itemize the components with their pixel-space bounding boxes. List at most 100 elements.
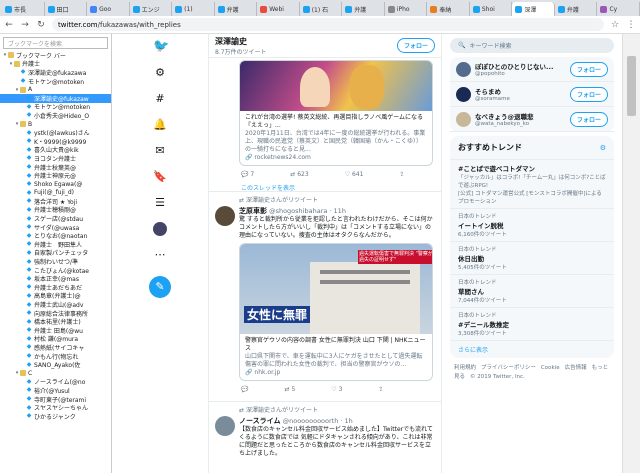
forward-icon[interactable]: → bbox=[20, 20, 30, 30]
follow-suggestion[interactable]: そらまめ @soramame フォロー bbox=[450, 82, 614, 107]
bookmark-item[interactable]: ◆ 感熱紙(サイコキャ bbox=[0, 343, 111, 352]
bookmark-folder[interactable]: ▾ ブックマーク バー bbox=[0, 51, 111, 60]
tweet-2[interactable]: ⇄ 深澤諭史さんがリツイート 芝原車影 @shogoshibahara · 11… bbox=[209, 192, 441, 402]
news-card[interactable]: 過失運転傷害で無罪判決 "警察が過失の証明せず" 女性に無罪 警察官ゲウソの内容… bbox=[239, 243, 433, 381]
author-avatar[interactable] bbox=[215, 206, 235, 226]
footer-link[interactable]: 広告情報 bbox=[565, 365, 587, 371]
page-scrollbar[interactable] bbox=[622, 34, 640, 473]
header-follow-button[interactable]: フォロー bbox=[396, 38, 435, 53]
footer-link[interactable]: © 2019 Twitter, Inc. bbox=[470, 374, 525, 380]
back-icon[interactable]: ← bbox=[4, 20, 14, 30]
browser-tab[interactable]: (1) 石 bbox=[299, 2, 343, 16]
lists-icon[interactable]: ☰ bbox=[153, 196, 167, 210]
bookmark-item[interactable]: ◆ スヤスヤシーちゃん bbox=[0, 403, 111, 412]
bookmark-item[interactable]: ◆ 寺町東子(@terami bbox=[0, 395, 111, 404]
bookmark-item[interactable]: ◆ 村松 謙(@mura bbox=[0, 335, 111, 343]
twitter-search-input[interactable]: 🔍 キーワード検索 bbox=[450, 38, 614, 53]
follow-suggestion[interactable]: ぽぽひとのひとりじない... @popohito フォロー bbox=[450, 57, 614, 82]
browser-tab[interactable]: 弁護 bbox=[554, 2, 598, 16]
browser-tab[interactable]: 深澤 bbox=[512, 2, 555, 16]
bookmark-folder[interactable]: ▾ B bbox=[0, 120, 111, 129]
compose-tweet-icon[interactable]: ✎ bbox=[149, 276, 171, 298]
notifications-icon[interactable]: 🔔 bbox=[153, 118, 167, 132]
browser-tab[interactable]: Webi bbox=[257, 2, 300, 16]
bookmark-item[interactable]: ◆ サイダ(@uwasa bbox=[0, 223, 111, 232]
browser-tab[interactable]: Cy bbox=[597, 2, 640, 16]
like-button[interactable]: ♡ 3 bbox=[331, 386, 342, 393]
retweet-button[interactable]: ⇄ 5 bbox=[284, 386, 295, 393]
bookmark-item[interactable]: ◆ 高島章(弁護士)@ bbox=[0, 292, 111, 300]
trend-item[interactable]: 日本のトレンド #デニール数推定 3,308件のツイート bbox=[450, 308, 614, 341]
tweet-1[interactable]: これが台湾の選挙! 蔡英文総統、再選目指しラノベ風ゲームになる『ええっ」... … bbox=[209, 60, 441, 192]
bookmark-item[interactable]: ◆ Shoko Egawa(@ bbox=[0, 180, 111, 189]
bookmark-item[interactable]: ◆ 喜久山大貴@kik bbox=[0, 146, 111, 154]
bookmark-item[interactable]: ◆ こたびょん(@kotae bbox=[0, 266, 111, 275]
bookmark-item[interactable]: ◆ 弁護士あだちあだ bbox=[0, 283, 111, 292]
bookmark-item[interactable]: ◆ 坂本正幸(@mas bbox=[0, 274, 111, 283]
bookmark-item[interactable]: ◆ かもん行(物忘れ bbox=[0, 352, 111, 361]
footer-link[interactable]: プライバシーポリシー bbox=[481, 365, 536, 371]
trend-item[interactable]: #ことばで遊べコトダマン 「ジャッカル」はコラボ!「チーム一丸」は何コンボ?ことば… bbox=[450, 160, 614, 209]
browser-tab[interactable]: (1) bbox=[172, 2, 215, 16]
more-icon[interactable]: ⋯ bbox=[153, 248, 167, 262]
bookmark-item[interactable]: ◆ SANO_Ayako(佐 bbox=[0, 360, 111, 369]
explore-icon[interactable]: ⚙ bbox=[153, 66, 167, 80]
browser-tab[interactable]: iPho bbox=[384, 2, 428, 16]
author-avatar[interactable] bbox=[215, 416, 235, 436]
bookmark-item[interactable]: ◆ 弁護士穂積剛@ bbox=[0, 206, 111, 214]
trend-item[interactable]: 日本のトレンド イートイン脱税 6,160件のツイート bbox=[450, 209, 614, 242]
bookmark-search-input[interactable]: ブックマークを検索 bbox=[3, 37, 108, 49]
bookmark-folder[interactable]: ▾ A bbox=[0, 85, 111, 94]
messages-icon[interactable]: ✉ bbox=[153, 144, 167, 158]
twitter-bird-icon[interactable]: 🐦 bbox=[153, 40, 169, 54]
bookmark-item[interactable]: ◆ 弁護士武山(@adv bbox=[0, 300, 111, 309]
reload-icon[interactable]: ↻ bbox=[36, 20, 46, 30]
footer-link[interactable]: Cookie bbox=[541, 365, 560, 371]
retweet-button[interactable]: ⇄ 623 bbox=[290, 171, 308, 178]
trends-show-more[interactable]: さらに表示 bbox=[450, 341, 614, 358]
bookmark-item[interactable]: ◆ スゲー店(@stdau bbox=[0, 214, 111, 223]
bookmark-item[interactable]: ◆ 深澤諭史@fukazawa bbox=[0, 68, 111, 77]
browser-tab[interactable]: Goo bbox=[87, 2, 130, 16]
bookmarks-icon[interactable]: 🔖 bbox=[153, 170, 167, 184]
share-icon[interactable]: ⇪ bbox=[378, 386, 383, 393]
author-name[interactable]: 芝原車影 bbox=[239, 207, 267, 215]
browser-tab[interactable]: 弁護 bbox=[342, 2, 385, 16]
bookmark-item[interactable]: ◆ Fuji(@_fuji_d) bbox=[0, 189, 111, 198]
bookmark-item[interactable]: ◆ 落合洋司 ★ Yoji bbox=[0, 197, 111, 206]
bookmark-item[interactable]: ◆ ノースライム(@no bbox=[0, 378, 111, 386]
trend-item[interactable]: 日本のトレンド 休日出勤 5,405件のツイート bbox=[450, 242, 614, 275]
footer-link[interactable]: 利用規約 bbox=[454, 365, 476, 371]
bookmark-item[interactable]: ◆ ystk(@lawkus)さん bbox=[0, 128, 111, 137]
menu-icon[interactable]: ⋮ bbox=[626, 20, 636, 30]
bookmark-item[interactable]: ◆ モトケン@motoken bbox=[0, 103, 111, 111]
browser-tab[interactable]: エンジ bbox=[129, 2, 173, 16]
bookmark-item[interactable]: ◆ 弁護士 野田隼人 bbox=[0, 240, 111, 249]
bookmark-item[interactable]: ◆ 弁護士神原元@ bbox=[0, 171, 111, 180]
bookmark-item[interactable]: ◆ K・9999(@k9999 bbox=[0, 137, 111, 146]
bookmark-item[interactable]: ◆ 裕介(@Yusul bbox=[0, 386, 111, 395]
bookmark-item[interactable]: ◆ 小倉秀夫@Hideo_O bbox=[0, 111, 111, 120]
browser-tab[interactable]: 奉納 bbox=[427, 2, 470, 16]
follow-button[interactable]: フォロー bbox=[569, 111, 608, 127]
like-button[interactable]: ♡ 641 bbox=[345, 171, 364, 178]
star-icon[interactable]: ☆ bbox=[610, 20, 620, 30]
author-name[interactable]: ノースライム bbox=[239, 417, 281, 425]
bookmark-item[interactable]: ◆ 橋本祐里(弁護士) bbox=[0, 317, 111, 326]
bookmark-item[interactable]: ◆ 自家製パンチェッタ bbox=[0, 249, 111, 257]
link-card[interactable]: これが台湾の選挙! 蔡英文総統、再選目指しラノベ風ゲームになる『ええっ」... … bbox=[239, 60, 433, 166]
profile-avatar[interactable] bbox=[153, 222, 167, 236]
suggestion-avatar[interactable] bbox=[456, 86, 471, 102]
browser-tab[interactable]: 市長 bbox=[2, 2, 45, 16]
browser-tab[interactable]: 田口 bbox=[44, 2, 88, 16]
show-thread-link[interactable]: このスレッドを表示 bbox=[241, 183, 441, 192]
bookmark-item[interactable]: ◆ ヨコタン弁護士 bbox=[0, 154, 111, 163]
suggestion-avatar[interactable] bbox=[456, 111, 471, 127]
hashtag-icon[interactable]: # bbox=[153, 92, 167, 106]
reply-button[interactable]: 💬 7 bbox=[241, 171, 254, 178]
share-icon[interactable]: ⇪ bbox=[399, 171, 404, 178]
browser-tab[interactable]: Shoi bbox=[469, 2, 513, 16]
bookmark-item[interactable]: ◆ モトケン@motoken_ bbox=[0, 77, 111, 86]
scrollbar-thumb[interactable] bbox=[627, 56, 636, 116]
bookmark-item[interactable]: ◆ 向原総合法律事務所 bbox=[0, 309, 111, 318]
